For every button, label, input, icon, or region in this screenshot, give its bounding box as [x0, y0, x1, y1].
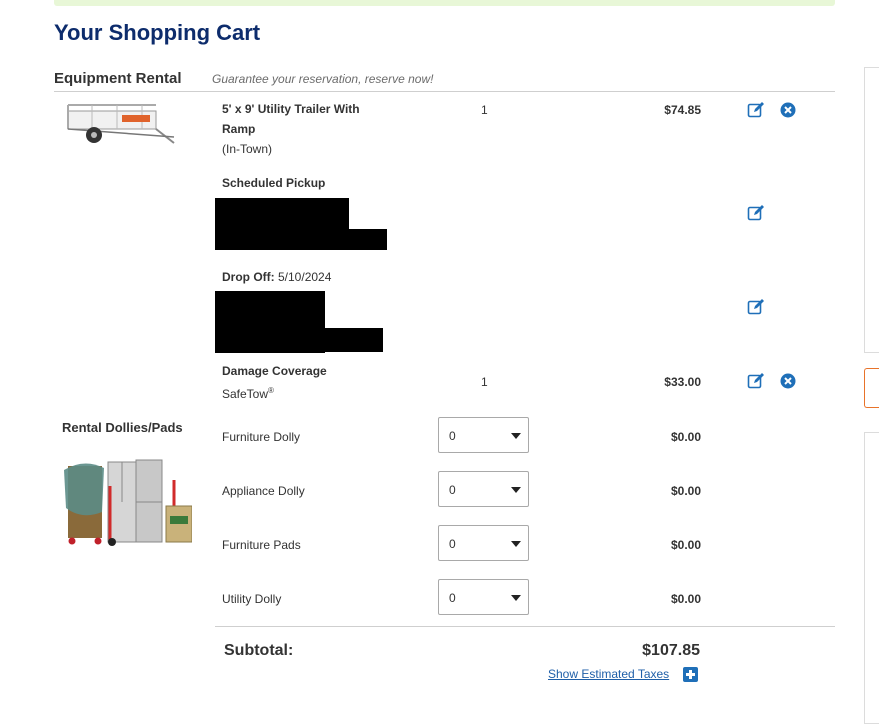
damage-price: $33.00 [664, 375, 701, 389]
trailer-price: $74.85 [664, 103, 701, 117]
trailer-type: (In-Town) [222, 142, 273, 156]
dollies-pads-image [64, 459, 192, 546]
side-panel-edge-lower [864, 432, 879, 724]
trailer-name: 5' x 9' Utility Trailer With Ramp [222, 102, 360, 136]
damage-coverage-label: Damage Coverage [222, 364, 327, 378]
select-value: 0 [449, 537, 456, 551]
edit-pickup-icon[interactable] [747, 204, 765, 222]
drop-off-date: 5/10/2024 [278, 270, 332, 284]
select-value: 0 [449, 591, 456, 605]
chevron-down-icon [511, 595, 521, 601]
chevron-down-icon [511, 433, 521, 439]
dolly-item-name: Utility Dolly [222, 592, 282, 606]
utility-trailer-image [67, 104, 175, 144]
chevron-down-icon [511, 487, 521, 493]
dolly-item-name: Appliance Dolly [222, 484, 305, 498]
dolly-item-price: $0.00 [670, 484, 701, 498]
furniture-dolly-qty-select[interactable]: 0 [438, 417, 529, 453]
page-title: Your Shopping Cart [54, 20, 261, 45]
drop-off-line: Drop Off: 5/10/2024 [222, 267, 331, 287]
damage-quantity: 1 [481, 375, 488, 389]
subtotal-divider [215, 626, 835, 627]
remove-damage-icon[interactable] [779, 372, 797, 390]
redacted-pickup-details-tail [340, 229, 387, 250]
chevron-down-icon [511, 541, 521, 547]
remove-icon[interactable] [779, 101, 797, 119]
trailer-quantity: 1 [481, 103, 488, 117]
registered-mark: ® [268, 386, 274, 395]
utility-dolly-qty-select[interactable]: 0 [438, 579, 529, 615]
section-divider [54, 91, 835, 92]
dolly-item-name: Furniture Pads [222, 538, 301, 552]
subtotal-label: Subtotal: [224, 642, 294, 659]
redacted-dropoff-details-tail [320, 328, 383, 352]
edit-icon[interactable] [747, 101, 765, 119]
subtotal-value: $107.85 [642, 642, 700, 659]
show-estimated-taxes-link[interactable]: Show Estimated Taxes [548, 667, 669, 681]
furniture-pads-qty-select[interactable]: 0 [438, 525, 529, 561]
side-button-edge[interactable] [864, 368, 879, 408]
equipment-section-subtitle: Guarantee your reservation, reserve now! [212, 72, 434, 86]
scheduled-pickup-label: Scheduled Pickup [222, 176, 326, 190]
equipment-section-title: Equipment Rental [54, 70, 182, 87]
appliance-dolly-qty-select[interactable]: 0 [438, 471, 529, 507]
edit-damage-icon[interactable] [747, 372, 765, 390]
dollies-section-title: Rental Dollies/Pads [62, 420, 183, 435]
success-banner [54, 0, 835, 6]
redacted-pickup-details [215, 198, 349, 250]
redacted-dropoff-details [215, 291, 325, 353]
dolly-item-name: Furniture Dolly [222, 430, 301, 444]
dolly-item-price: $0.00 [670, 592, 701, 606]
dolly-item-price: $0.00 [670, 430, 701, 444]
select-value: 0 [449, 429, 456, 443]
dolly-item-price: $0.00 [670, 538, 701, 552]
plus-icon[interactable] [683, 667, 698, 682]
side-panel-edge [864, 67, 879, 353]
drop-off-label: Drop Off: [222, 270, 275, 284]
edit-dropoff-icon[interactable] [747, 298, 765, 316]
damage-product: SafeTow® [222, 381, 274, 404]
damage-product-name: SafeTow [222, 387, 269, 401]
select-value: 0 [449, 483, 456, 497]
